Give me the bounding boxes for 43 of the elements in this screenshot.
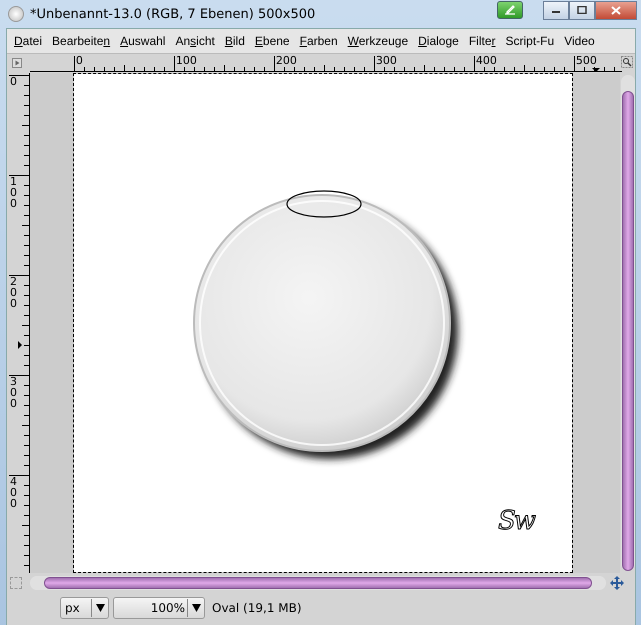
menu-item[interactable]: Datei xyxy=(9,30,48,52)
navigate-icon[interactable] xyxy=(610,576,624,590)
menu-item[interactable]: Bearbeiten xyxy=(47,30,116,52)
close-button[interactable] xyxy=(595,0,637,20)
image-canvas[interactable]: Sw xyxy=(74,74,572,572)
menu-item[interactable]: Bild xyxy=(220,30,250,52)
vertical-scrollbar[interactable] xyxy=(621,75,635,571)
pencil-icon xyxy=(504,5,516,15)
horizontal-scrollbar[interactable] xyxy=(30,576,606,590)
signature: Sw xyxy=(498,506,534,536)
menu-item[interactable]: Werkzeuge xyxy=(342,30,414,52)
ruler-label: 200 xyxy=(10,276,18,309)
ruler-label: 100 xyxy=(176,55,197,67)
ruler-label: 500 xyxy=(576,55,597,67)
caret-icon xyxy=(96,604,104,612)
menu-item[interactable]: Video xyxy=(559,30,600,52)
app-icon xyxy=(8,6,24,22)
maximize-button[interactable] xyxy=(569,0,595,20)
caret-icon xyxy=(192,604,200,612)
menu-item[interactable]: Dialoge xyxy=(413,30,464,52)
menu-item[interactable]: Filter xyxy=(464,30,500,52)
pencil-button[interactable] xyxy=(497,1,523,19)
menu-item[interactable]: Script-Fu xyxy=(500,30,560,52)
ruler-label: 200 xyxy=(276,55,297,67)
ruler-label: 0 xyxy=(76,55,83,67)
window-title: *Unbenannt-13.0 (RGB, 7 Ebenen) 500x500 xyxy=(30,6,316,22)
maximize-icon xyxy=(577,6,587,14)
menu-item[interactable]: Auswahl xyxy=(115,30,170,52)
oval-selection[interactable] xyxy=(286,190,362,218)
status-text: Oval (19,1 MB) xyxy=(212,601,302,615)
close-icon xyxy=(611,6,621,14)
ruler-label: 300 xyxy=(10,376,18,409)
zoom-dropdown[interactable]: 100% xyxy=(113,597,205,619)
menu-item[interactable]: Ansicht xyxy=(170,30,220,52)
menu-item[interactable]: Ebene xyxy=(250,30,295,52)
ruler-label: 0 xyxy=(10,76,18,87)
ruler-label: 300 xyxy=(376,55,397,67)
minimize-button[interactable] xyxy=(543,0,569,20)
menu-item[interactable]: Farben xyxy=(294,30,343,52)
unit-dropdown[interactable]: px xyxy=(60,597,109,619)
ruler-label: 400 xyxy=(476,55,497,67)
ruler-label: 400 xyxy=(10,476,18,509)
ruler-label: 100 xyxy=(10,176,18,209)
